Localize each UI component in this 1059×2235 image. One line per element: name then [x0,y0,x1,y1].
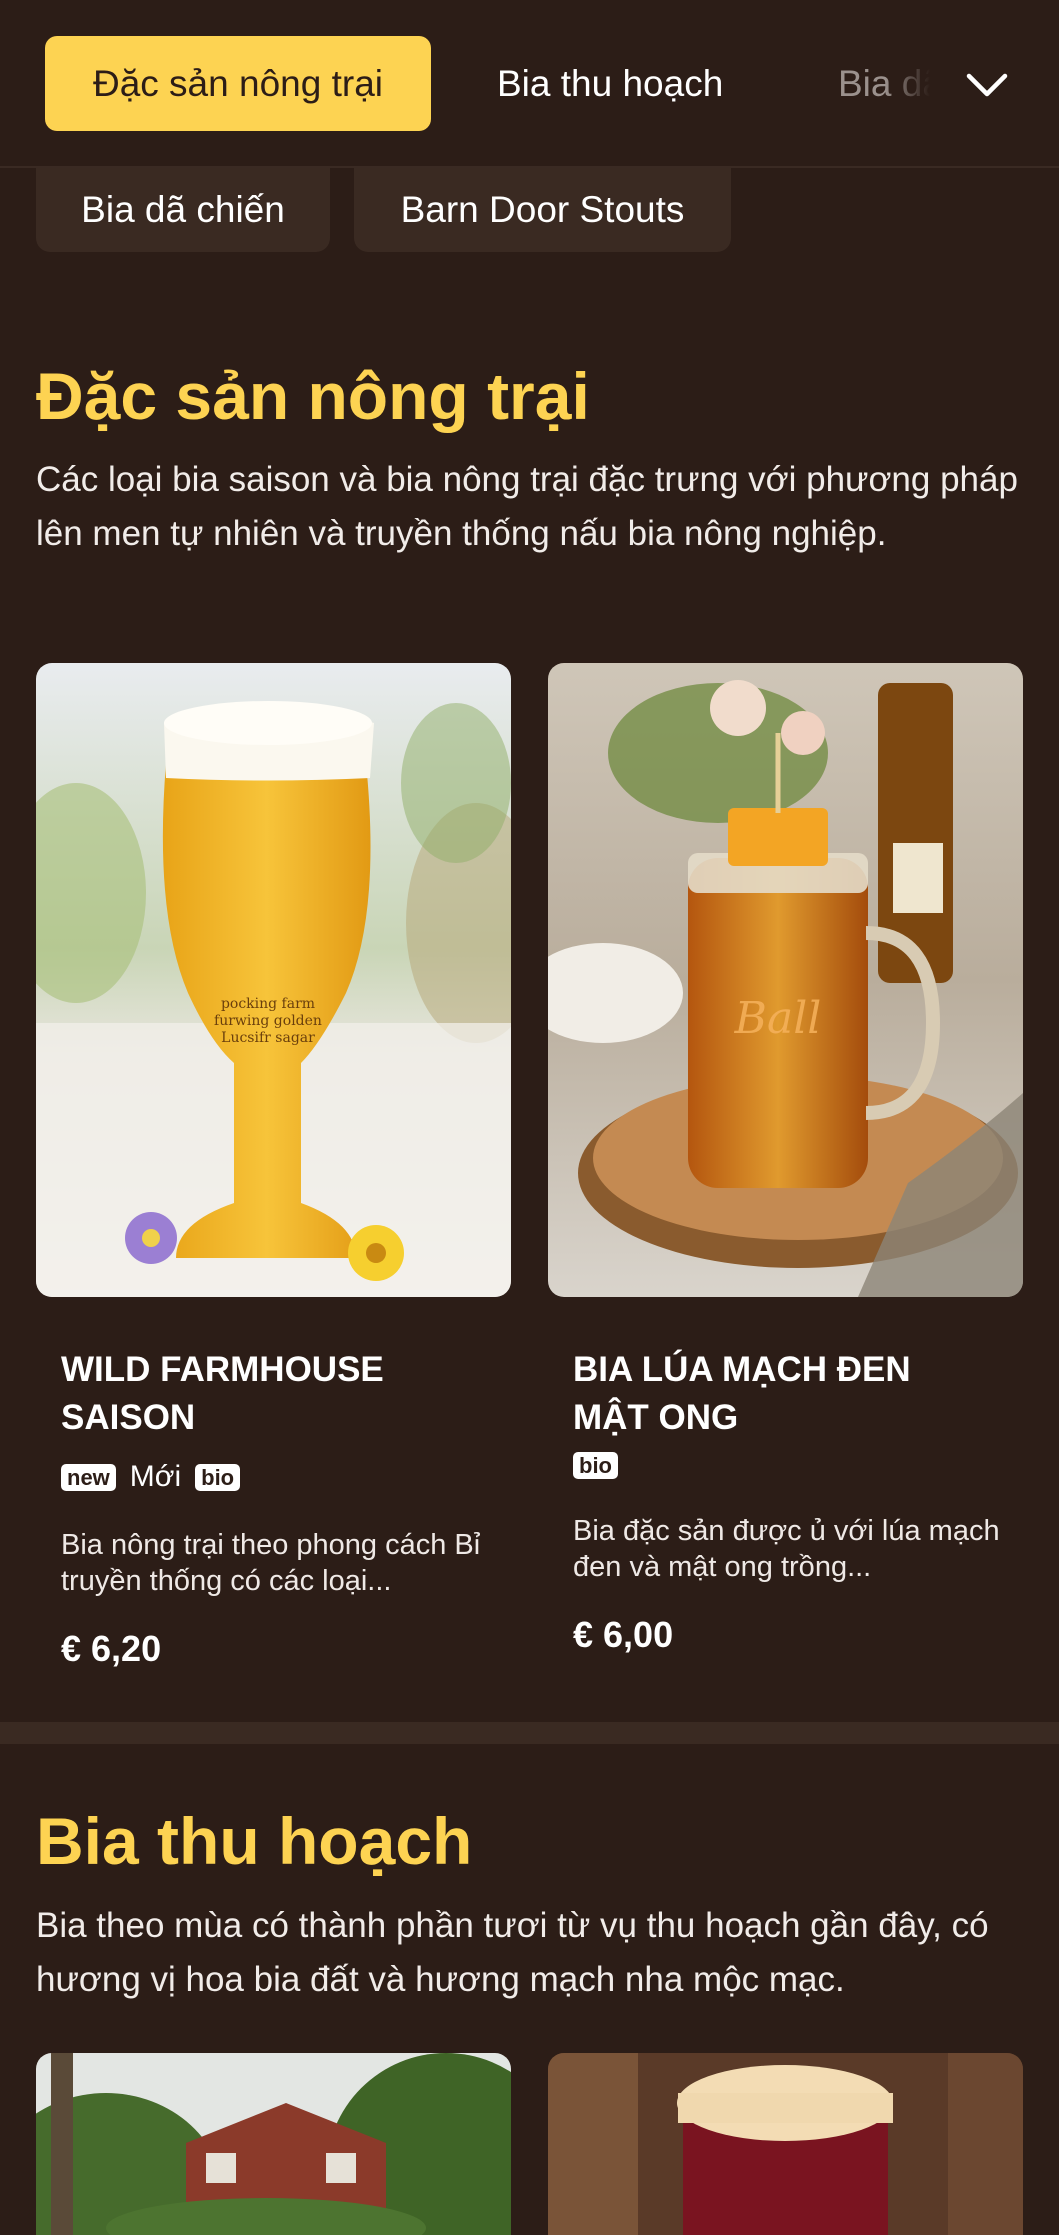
badge-new-label: Mới [129,1460,182,1493]
product-description: Bia nông trại theo phong cách Bỉ truyền … [61,1529,481,1597]
tab-farm-specialties[interactable]: Đặc sản nông trại [45,36,431,131]
product-image-honey-rye-beer[interactable]: Ball [548,663,1023,1297]
chip-barn-door-stouts[interactable]: Barn Door Stouts [354,168,731,252]
product-name[interactable]: BIA LÚA MẠCH ĐEN MẬT ONG [573,1346,993,1442]
product-description: Bia đặc sản được ủ với lúa mạch đen và m… [573,1515,1000,1583]
product-price: € 6,00 [573,1614,674,1655]
tab-harvest-beers[interactable]: Bia thu hoạch [497,36,723,131]
product-image-harvest-1[interactable] [36,2053,511,2235]
section-title-harvest-beers: Bia thu hoạch [36,1804,473,1878]
badge-new: new [61,1463,116,1491]
glass-print-line-2: furwing golden [214,1013,322,1029]
category-tab-bar: Đặc sản nông trại Bia thu hoạch Bia dã c… [0,0,1059,168]
badge-bio: bio [573,1452,618,1479]
section-description-harvest-beers: Bia theo mùa có thành phần tươi từ vụ th… [36,1906,989,1999]
section-divider [0,1722,1059,1744]
glass-print-line-3: Lucsifr sagar [221,1030,315,1046]
product-badges: bio [573,1452,618,1479]
product-badges: new Mới bio [61,1460,241,1494]
product-name[interactable]: WILD FARMHOUSE SAISON [61,1346,481,1442]
jar-logo-text: Ball [734,993,822,1044]
badge-bio: bio [195,1463,241,1491]
chip-field-beers[interactable]: Bia dã chiến [36,168,330,252]
product-image-harvest-2[interactable] [548,2053,1023,2235]
section-title-farm-specialties: Đặc sản nông trại [36,359,590,433]
tab-overflow-fade [885,36,945,131]
section-description-farm-specialties: Các loại bia saison và bia nông trại đặc… [36,460,1018,553]
glass-print-line-1: pocking farm [221,996,315,1012]
product-price: € 6,20 [61,1628,162,1669]
product-image-wild-farmhouse-saison[interactable]: pocking farm furwing golden Lucsifr saga… [36,663,511,1297]
chevron-down-icon[interactable] [960,58,1014,112]
